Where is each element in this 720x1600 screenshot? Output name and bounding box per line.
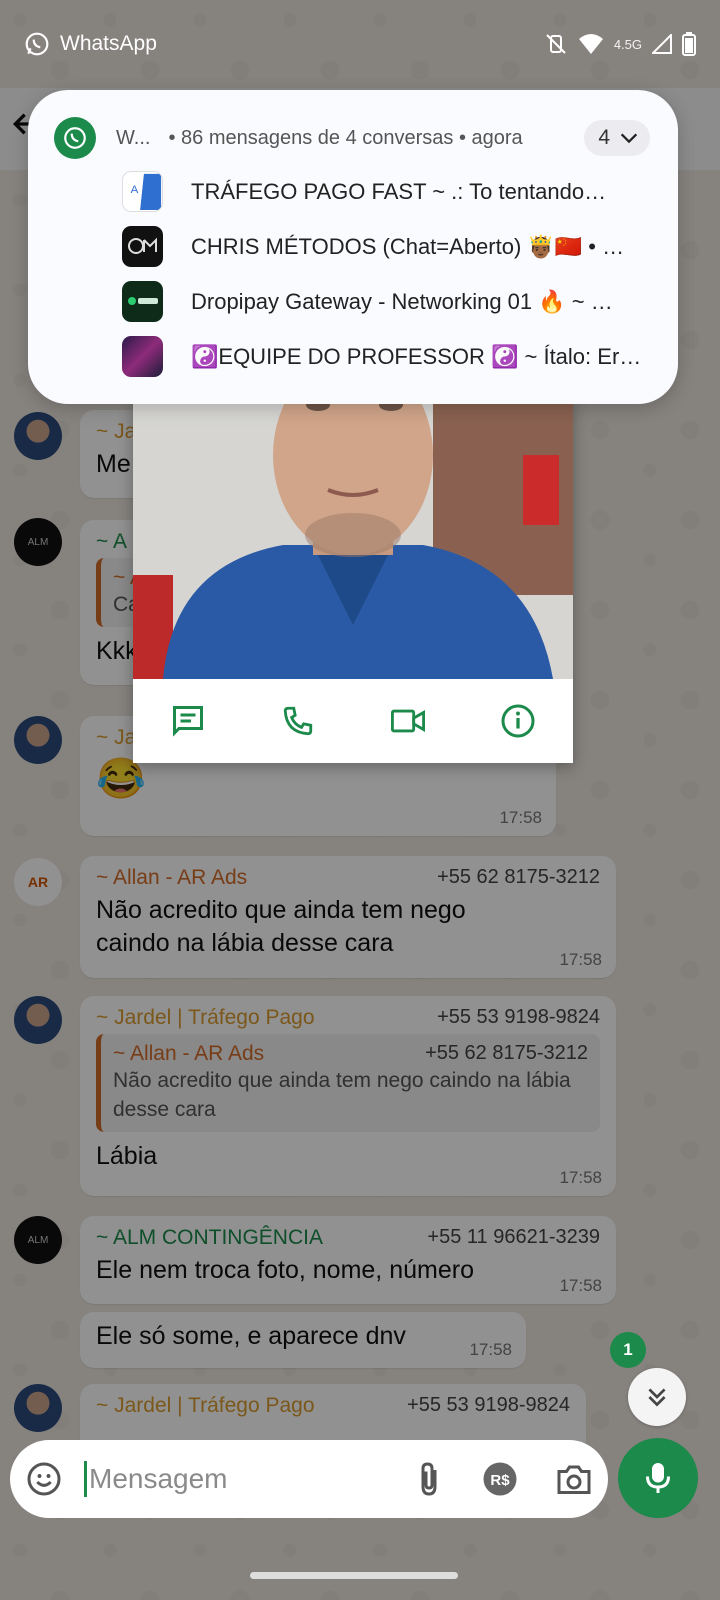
vibrate-off-icon xyxy=(546,34,566,54)
avatar-text: ALM xyxy=(27,536,49,548)
group-avatar-icon: A xyxy=(122,171,163,212)
notification-row-label: TRÁFEGO PAGO FAST ~ .: To tentando… xyxy=(191,178,607,204)
group-avatar-icon xyxy=(122,226,163,267)
message-bubble[interactable]: Ele só some, e aparece dnv 17:58 xyxy=(80,1312,526,1368)
notification-summary: • 86 mensagens de 4 conversas • agora xyxy=(168,126,523,149)
group-avatar-icon xyxy=(122,336,163,377)
sender-name[interactable]: ~ ALM CONTINGÊNCIA xyxy=(96,1226,323,1250)
network-type: 4.5G xyxy=(613,36,642,52)
notification-row[interactable]: A TRÁFEGO PAGO FAST ~ .: To tentando… xyxy=(122,164,650,219)
message-time: 17:58 xyxy=(469,1340,512,1359)
sender-phone[interactable]: +55 53 9198-9824 xyxy=(407,1394,570,1418)
avatar[interactable] xyxy=(14,1384,62,1432)
double-chevron-down-icon xyxy=(648,1388,666,1407)
message-input-placeholder: Mensagem xyxy=(89,1463,228,1494)
info-button[interactable] xyxy=(488,691,548,751)
notification-row-label: ☯️EQUIPE DO PROFESSOR ☯️ ~ Ítalo: Er… xyxy=(191,343,642,369)
microphone-icon xyxy=(646,1463,670,1493)
status-app: WhatsApp xyxy=(24,31,157,57)
message-button[interactable] xyxy=(158,691,218,751)
svg-text:R$: R$ xyxy=(490,1472,510,1489)
sender-name[interactable]: ~ A xyxy=(96,530,127,554)
message-text: Lábia xyxy=(96,1142,158,1170)
message-time: 17:58 xyxy=(499,808,542,827)
message-bubble[interactable]: ~ ALM CONTINGÊNCIA +55 11 96621-3239 Ele … xyxy=(80,1216,616,1304)
phone-icon xyxy=(283,706,313,736)
sender-name[interactable]: ~ Ja xyxy=(96,726,136,750)
sender-phone[interactable]: +55 53 9198-9824 xyxy=(437,1006,600,1030)
message-text: Ele só some, e aparece dnv xyxy=(96,1322,406,1350)
chevron-down-icon xyxy=(620,133,638,144)
message-time: 17:58 xyxy=(559,1276,602,1295)
message-icon xyxy=(173,706,203,737)
sender-name[interactable]: ~ Jardel | Tráfego Pago xyxy=(96,1006,315,1030)
message-input[interactable]: Mensagem xyxy=(84,1461,228,1497)
battery-icon xyxy=(682,32,696,56)
sender-phone[interactable]: +55 62 8175-3212 xyxy=(437,866,600,890)
notification-row-label: Dropipay Gateway - Networking 01 🔥 ~ … xyxy=(191,288,613,314)
emoji-icon[interactable] xyxy=(26,1461,62,1497)
avatar[interactable]: ALM xyxy=(14,1216,62,1264)
message-composer: Mensagem R$ xyxy=(10,1440,608,1518)
group-avatar-icon xyxy=(122,281,163,322)
notification-app-name: W... xyxy=(116,126,151,149)
status-bar: WhatsApp 4.5G xyxy=(0,0,720,88)
avatar-text: AR xyxy=(27,874,49,890)
sender-phone[interactable]: +55 11 96621-3239 xyxy=(427,1226,600,1250)
text-caret xyxy=(84,1461,87,1497)
notification-header: W... • 86 mensagens de 4 conversas • ago… xyxy=(54,112,650,164)
signal-icon xyxy=(652,34,672,54)
quoted-message[interactable]: ~ Allan - AR Ads +55 62 8175-3212 Não acr… xyxy=(96,1034,600,1132)
payment-icon[interactable]: R$ xyxy=(482,1461,518,1497)
scroll-to-bottom-button[interactable] xyxy=(628,1368,686,1426)
voice-record-button[interactable] xyxy=(618,1438,698,1518)
avatar[interactable] xyxy=(14,716,62,764)
quoted-sender: ~ Allan - AR Ads xyxy=(113,1042,265,1065)
message-time: 17:58 xyxy=(559,950,602,969)
avatar[interactable]: AR xyxy=(14,858,62,906)
video-call-button[interactable] xyxy=(378,691,438,751)
quoted-phone: +55 62 8175-3212 xyxy=(425,1042,588,1064)
avatar[interactable]: ALM xyxy=(14,518,62,566)
unread-count-badge: 1 xyxy=(610,1332,646,1368)
notification-card[interactable]: W... • 86 mensagens de 4 conversas • ago… xyxy=(28,90,678,404)
popup-actions xyxy=(133,679,573,763)
message-bubble[interactable]: ~ Jardel | Tráfego Pago +55 53 9198-9824 … xyxy=(80,996,616,1196)
whatsapp-icon xyxy=(25,32,49,56)
avatar[interactable] xyxy=(14,996,62,1044)
notification-row-label: CHRIS MÉTODOS (Chat=Aberto) 🤴🏾🇨🇳 • … xyxy=(191,233,625,259)
message-text: Não acredito que ainda tem nego caindo n… xyxy=(96,896,466,957)
status-app-label: WhatsApp xyxy=(60,32,157,55)
wifi-icon xyxy=(578,34,603,54)
info-icon xyxy=(501,704,535,738)
home-indicator[interactable] xyxy=(250,1572,458,1579)
camera-icon[interactable] xyxy=(556,1462,592,1496)
avatar[interactable] xyxy=(14,412,62,460)
expand-notifications-button[interactable]: 4 xyxy=(584,120,650,156)
profile-photo[interactable] xyxy=(133,395,573,679)
notification-row[interactable]: ☯️EQUIPE DO PROFESSOR ☯️ ~ Ítalo: Er… xyxy=(122,329,650,384)
message-time: 17:58 xyxy=(559,1168,602,1187)
notification-row[interactable]: Dropipay Gateway - Networking 01 🔥 ~ … xyxy=(122,274,650,329)
quoted-text: Não acredito que ainda tem nego caindo n… xyxy=(113,1069,571,1121)
profile-photo-illustration xyxy=(133,395,573,679)
sender-name[interactable]: ~ Ja xyxy=(96,420,136,444)
message-bubble[interactable]: ~ Allan - AR Ads +55 62 8175-3212 Não acr… xyxy=(80,856,616,978)
avatar-text: ALM xyxy=(27,1234,49,1246)
profile-photo-popup[interactable] xyxy=(133,395,573,763)
whatsapp-badge-icon xyxy=(54,117,96,159)
svg-text:A: A xyxy=(131,184,139,196)
voice-call-button[interactable] xyxy=(268,691,328,751)
attach-icon[interactable] xyxy=(414,1461,444,1497)
sender-name[interactable]: ~ Jardel | Tráfego Pago xyxy=(96,1394,315,1418)
sender-name[interactable]: ~ Allan - AR Ads xyxy=(96,866,247,890)
video-camera-icon xyxy=(390,709,425,733)
message-text: Ele nem troca foto, nome, número xyxy=(96,1256,474,1284)
notification-count: 4 xyxy=(598,126,610,149)
notification-row[interactable]: CHRIS MÉTODOS (Chat=Aberto) 🤴🏾🇨🇳 • … xyxy=(122,219,650,274)
